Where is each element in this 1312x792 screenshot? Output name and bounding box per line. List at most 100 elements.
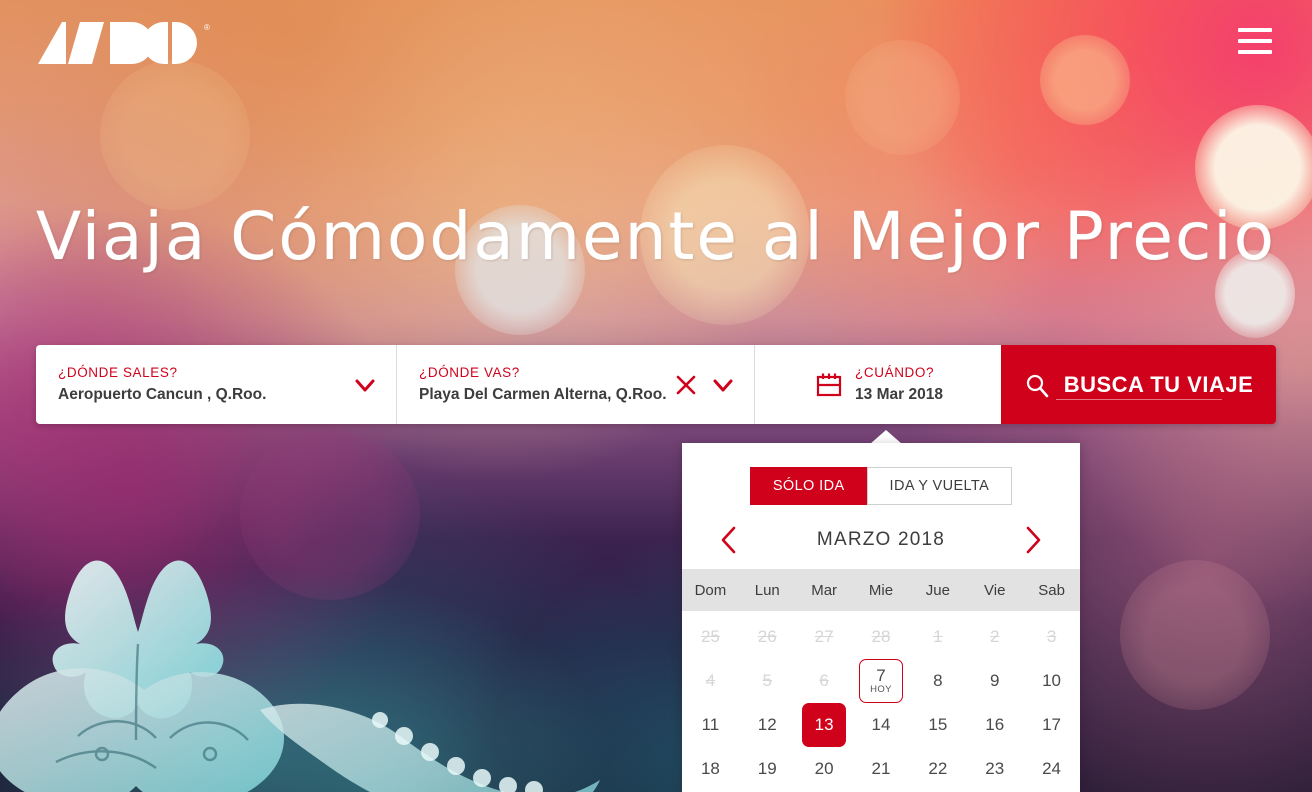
- calendar-day-cell: 3: [1023, 615, 1080, 659]
- calendar-day-cell: 15: [909, 703, 966, 747]
- calendar-day-number: 20: [814, 759, 834, 779]
- calendar-grid: 25 26 27 28 1 2 3 4 5 6 7 HOY 8 9 10 11 12 13 14 15 16 17 18 19…: [682, 611, 1080, 791]
- calendar-day-14[interactable]: 14: [859, 703, 903, 747]
- tab-ida-y-vuelta[interactable]: IDA Y VUELTA: [866, 467, 1013, 505]
- date-field[interactable]: ¿CUÁNDO? 13 Mar 2018: [754, 345, 1001, 424]
- calendar-day-10[interactable]: 10: [1030, 659, 1074, 703]
- calendar-day-number: 28: [871, 627, 891, 647]
- calendar-day-6: 6: [802, 659, 846, 703]
- calendar-day-number: 15: [928, 715, 948, 735]
- calendar-day-cell: 18: [682, 747, 739, 791]
- calendar-day-15[interactable]: 15: [916, 703, 960, 747]
- calendar-day-cell: 26: [739, 615, 796, 659]
- calendar-day-number: 12: [757, 715, 777, 735]
- calendar-day-4: 4: [688, 659, 732, 703]
- calendar-day-8[interactable]: 8: [916, 659, 960, 703]
- bokeh-light: [100, 60, 250, 210]
- calendar-day-number: 3: [1046, 627, 1057, 647]
- calendar-day-number: 26: [757, 627, 777, 647]
- close-x-icon[interactable]: [674, 373, 698, 397]
- calendar-weekday-header-row: Dom Lun Mar Mie Jue Vie Sab: [682, 569, 1080, 611]
- today-label: HOY: [870, 684, 892, 696]
- calendar-day-number: 22: [928, 759, 948, 779]
- calendar-day-cell: 14: [853, 703, 910, 747]
- bokeh-light: [1040, 35, 1130, 125]
- calendar-day-cell: 1: [909, 615, 966, 659]
- calendar-week-row: 25 26 27 28 1 2 3: [682, 615, 1080, 659]
- calendar-day-number: 10: [1042, 671, 1062, 691]
- weekday-header: Sab: [1038, 581, 1065, 599]
- calendar-popup: SÓLO IDA IDA Y VUELTA MARZO 2018 Dom Lun…: [682, 443, 1080, 792]
- calendar-day-3: 3: [1030, 615, 1074, 659]
- calendar-day-11[interactable]: 11: [688, 703, 732, 747]
- weekday-header: Lun: [754, 581, 780, 599]
- calendar-day-cell: 25: [682, 615, 739, 659]
- search-trip-button-label: BUSCA TU VIAJE: [1063, 371, 1254, 397]
- calendar-day-number: 19: [757, 759, 777, 779]
- calendar-day-cell: 2: [966, 615, 1023, 659]
- calendar-icon: [816, 373, 842, 396]
- weekday-header: Mie: [868, 581, 894, 599]
- calendar-day-24[interactable]: 24: [1030, 747, 1074, 791]
- calendar-day-cell: 4: [682, 659, 739, 703]
- calendar-day-number: 23: [985, 759, 1005, 779]
- ado-logo[interactable]: ®: [36, 18, 216, 70]
- destination-field[interactable]: ¿DÓNDE VAS? Playa Del Carmen Alterna, Q.…: [396, 345, 754, 424]
- chevron-right-icon[interactable]: [1022, 525, 1044, 555]
- calendar-day-cell: 23: [966, 747, 1023, 791]
- hamburger-line: [1238, 39, 1272, 43]
- calendar-day-22[interactable]: 22: [916, 747, 960, 791]
- calendar-day-number: 11: [701, 715, 720, 735]
- carnival-mask-illustration: [0, 560, 600, 792]
- calendar-day-2: 2: [973, 615, 1017, 659]
- origin-field[interactable]: ¿DÓNDE SALES? Aeropuerto Cancun , Q.Roo.: [36, 345, 396, 424]
- calendar-day-number: 6: [819, 671, 829, 691]
- calendar-day-16[interactable]: 16: [973, 703, 1017, 747]
- chevron-down-icon[interactable]: [710, 372, 736, 398]
- calendar-day-5: 5: [745, 659, 789, 703]
- origin-label: ¿DÓNDE SALES?: [58, 365, 178, 380]
- calendar-day-cell: 17: [1023, 703, 1080, 747]
- calendar-day-21[interactable]: 21: [859, 747, 903, 791]
- calendar-day-number: 24: [1042, 759, 1062, 779]
- calendar-day-7[interactable]: 7 HOY: [858, 659, 903, 703]
- calendar-day-number: 7: [876, 665, 886, 685]
- ado-logo-mark: ®: [38, 22, 210, 64]
- calendar-day-number: 9: [989, 671, 1000, 691]
- weekday-header: Dom: [694, 581, 727, 599]
- calendar-day-19[interactable]: 19: [745, 747, 789, 791]
- calendar-week-row: 4 5 6 7 HOY 8 9 10: [682, 659, 1080, 703]
- calendar-day-cell: 20: [796, 747, 853, 791]
- svg-text:®: ®: [204, 23, 210, 32]
- calendar-day-cell: 5: [739, 659, 796, 703]
- calendar-day-cell: 16: [966, 703, 1023, 747]
- calendar-day-23[interactable]: 23: [973, 747, 1017, 791]
- tab-solo-ida[interactable]: SÓLO IDA: [749, 467, 867, 505]
- calendar-day-cell: 24: [1023, 747, 1080, 791]
- calendar-week-row: 11 12 13 14 15 16 17: [682, 703, 1080, 747]
- calendar-day-12[interactable]: 12: [745, 703, 789, 747]
- calendar-day-number: 13: [814, 715, 834, 735]
- calendar-month-navigation: MARZO 2018: [682, 505, 1080, 569]
- calendar-day-27: 27: [802, 615, 846, 659]
- calendar-day-cell: 7 HOY: [853, 659, 910, 703]
- calendar-day-25: 25: [688, 615, 732, 659]
- calendar-day-18[interactable]: 18: [688, 747, 732, 791]
- search-magnifier-icon: [1026, 374, 1049, 397]
- calendar-day-cell: 21: [853, 747, 910, 791]
- calendar-day-number: 18: [700, 759, 720, 779]
- calendar-day-cell: 28: [853, 615, 910, 659]
- weekday-header: Jue: [925, 581, 950, 599]
- hamburger-line: [1238, 28, 1272, 32]
- chevron-left-icon[interactable]: [718, 525, 740, 555]
- weekday-header: Mar: [811, 581, 838, 599]
- calendar-day-9[interactable]: 9: [973, 659, 1017, 703]
- calendar-day-20[interactable]: 20: [802, 747, 846, 791]
- hamburger-menu-icon[interactable]: [1238, 28, 1272, 54]
- page-root: ® Viaja Cómodamente al Mejor Precio ¿DÓN…: [0, 0, 1312, 792]
- calendar-day-13[interactable]: 13: [802, 703, 847, 747]
- search-trip-button[interactable]: BUSCA TU VIAJE: [1001, 345, 1276, 424]
- calendar-day-26: 26: [745, 615, 789, 659]
- chevron-down-icon[interactable]: [352, 372, 378, 398]
- calendar-day-17[interactable]: 17: [1030, 703, 1074, 747]
